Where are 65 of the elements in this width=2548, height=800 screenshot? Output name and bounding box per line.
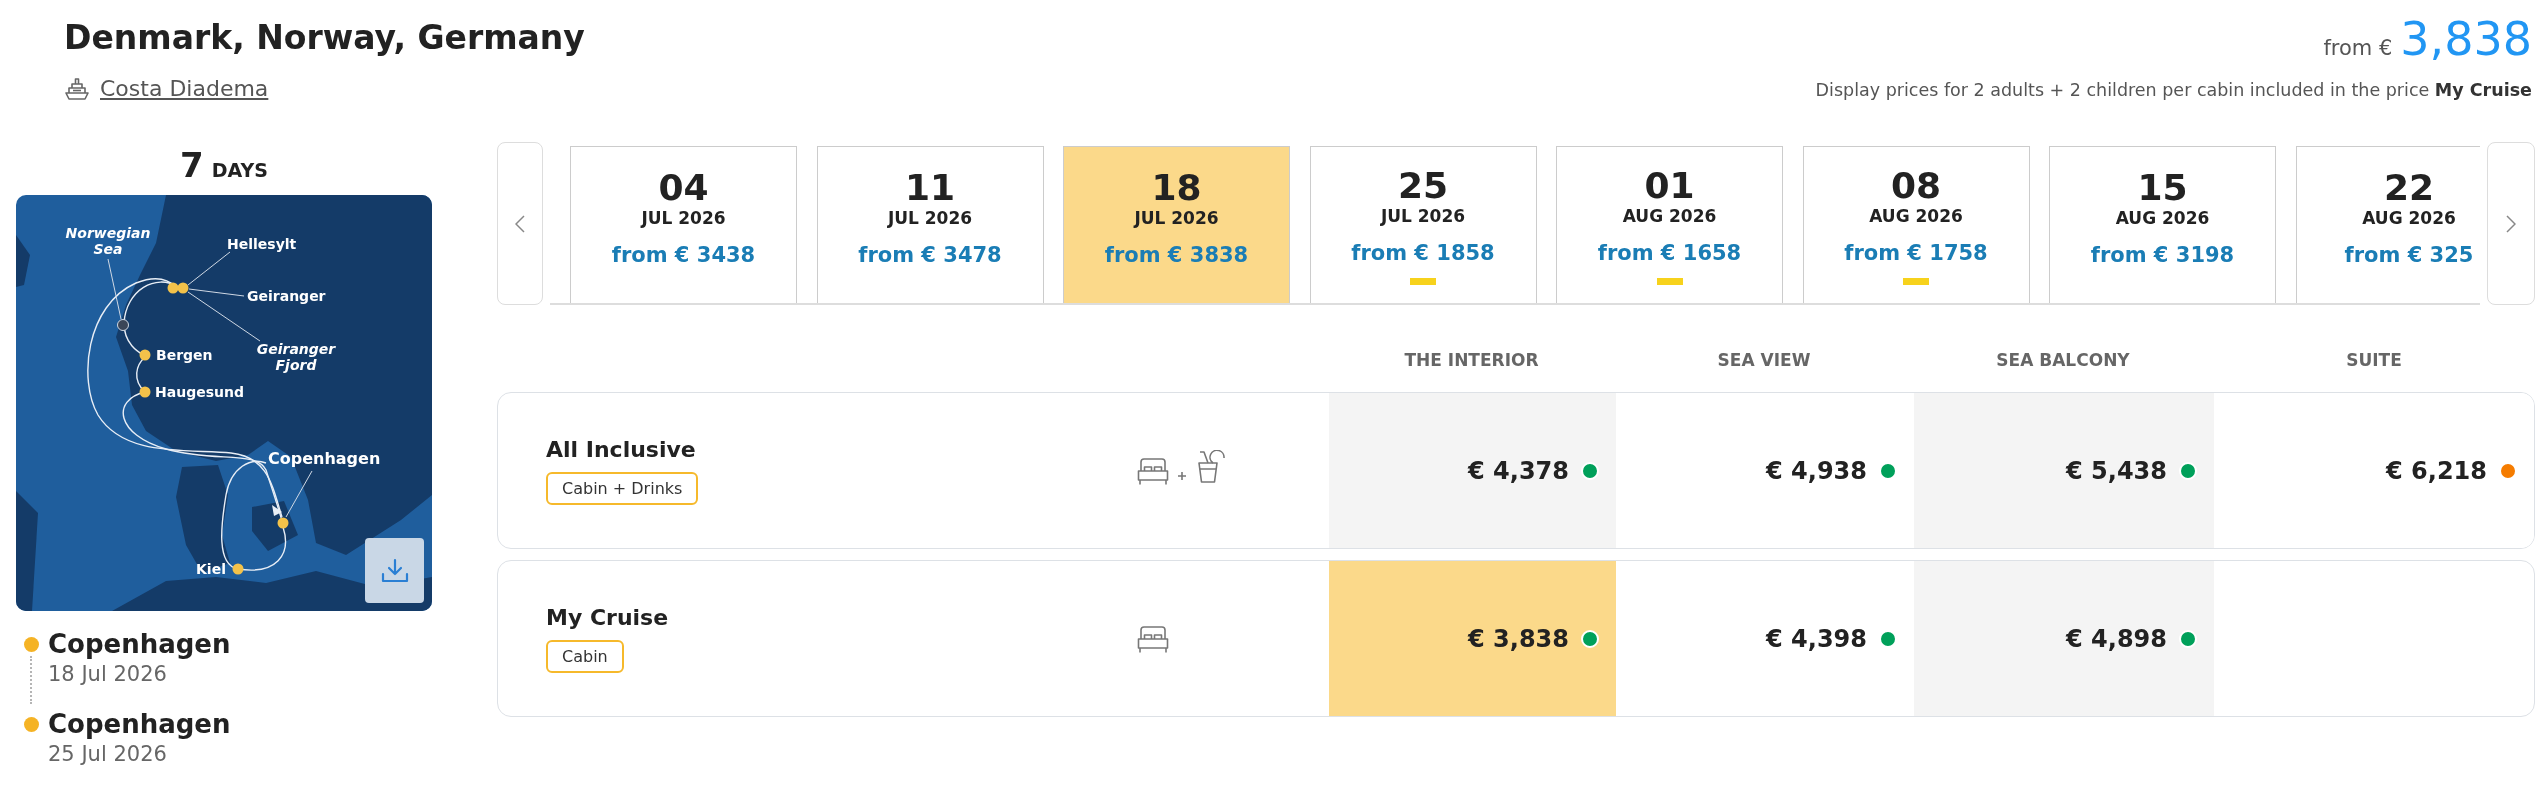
direction-arrow-icon: [272, 505, 282, 516]
price-cell[interactable]: € 4,898: [1914, 561, 2214, 716]
port-marker-icon: [167, 282, 179, 294]
stop-name: Copenhagen: [48, 708, 231, 740]
next-dates-button[interactable]: [2487, 142, 2535, 305]
chevron-right-icon: [2506, 214, 2516, 233]
date-tab[interactable]: 18 JUL 2026 from € 3838: [1063, 146, 1290, 303]
date-tab[interactable]: 11 JUL 2026 from € 3478: [816, 146, 1044, 303]
price-prefix: from €: [2323, 38, 2393, 59]
stop-name: Copenhagen: [48, 628, 231, 660]
map-label: Copenhagen: [268, 451, 381, 467]
map-label: Hellesylt: [227, 236, 297, 252]
download-icon: [380, 557, 409, 584]
port-marker-icon: [232, 563, 244, 575]
column-header: SEA VIEW: [1716, 350, 1812, 370]
map-label: Geiranger Fjord: [255, 341, 337, 373]
package-tag: Cabin: [546, 640, 624, 673]
column-header: THE INTERIOR: [1403, 350, 1540, 370]
map-label: Bergen: [156, 347, 213, 363]
bed-icon: [1137, 623, 1169, 654]
date-tab[interactable]: 01 AUG 2026 from € 1658: [1556, 146, 1783, 303]
map-label: Norwegian Sea: [64, 225, 152, 257]
duration-number: 7: [180, 144, 204, 187]
port-marker-icon: [139, 349, 151, 361]
date-tab[interactable]: 22 AUG 2026 from € 325: [2295, 146, 2480, 303]
leader-line: [285, 470, 313, 518]
duration-unit: DAYS: [211, 158, 268, 183]
stop-dot-icon: [23, 636, 39, 652]
port-marker-icon: [177, 282, 189, 294]
drink-icon: [1195, 449, 1227, 484]
waypoint-marker-icon: [117, 319, 129, 331]
ship-icon: [64, 75, 90, 101]
price-cell[interactable]: € 5,438: [1914, 393, 2214, 548]
connector-line: [30, 655, 32, 704]
bed-icon: [1137, 455, 1169, 486]
date-tab[interactable]: 15 AUG 2026 from € 3198: [2049, 146, 2276, 303]
port-marker-icon: [139, 386, 151, 398]
plus-icon: [1177, 470, 1187, 481]
stop-date: 18 Jul 2026: [48, 661, 168, 688]
price-cell[interactable]: € 3,838: [1329, 561, 1616, 716]
date-tab[interactable]: 04 JUL 2026 from € 3438: [570, 146, 797, 303]
map-label: Haugesund: [155, 384, 244, 400]
lowest-price: 3,838: [2400, 16, 2532, 62]
map-label: Kiel: [196, 561, 226, 577]
package-name: All Inclusive: [546, 436, 696, 464]
leader-line: [107, 258, 122, 320]
stop-date: 25 Jul 2026: [48, 741, 168, 768]
download-button[interactable]: [365, 538, 424, 603]
chevron-left-icon: [515, 214, 525, 233]
map-label: Geiranger: [247, 288, 326, 304]
trip-title: Denmark, Norway, Germany: [64, 17, 585, 59]
port-marker-icon: [277, 517, 289, 529]
leader-line: [187, 251, 231, 286]
date-tab[interactable]: 08 AUG 2026 from € 1758: [1802, 146, 2030, 303]
land-area: [16, 235, 30, 287]
ship-link[interactable]: Costa Diadema: [100, 75, 269, 101]
column-header: SUITE: [2345, 350, 2403, 370]
price-cell[interactable]: € 4,378: [1329, 393, 1616, 548]
previous-dates-button[interactable]: [497, 142, 543, 305]
column-header: SEA BALCONY: [1995, 350, 2131, 370]
stop-dot-icon: [23, 716, 39, 732]
date-tab[interactable]: 25 JUL 2026 from € 1858: [1309, 146, 1537, 303]
package-name: My Cruise: [546, 604, 669, 632]
price-note: Display prices for 2 adults + 2 children per cabin included in the price My Cruise: [1815, 80, 2532, 100]
package-tag: Cabin + Drinks: [546, 472, 699, 505]
